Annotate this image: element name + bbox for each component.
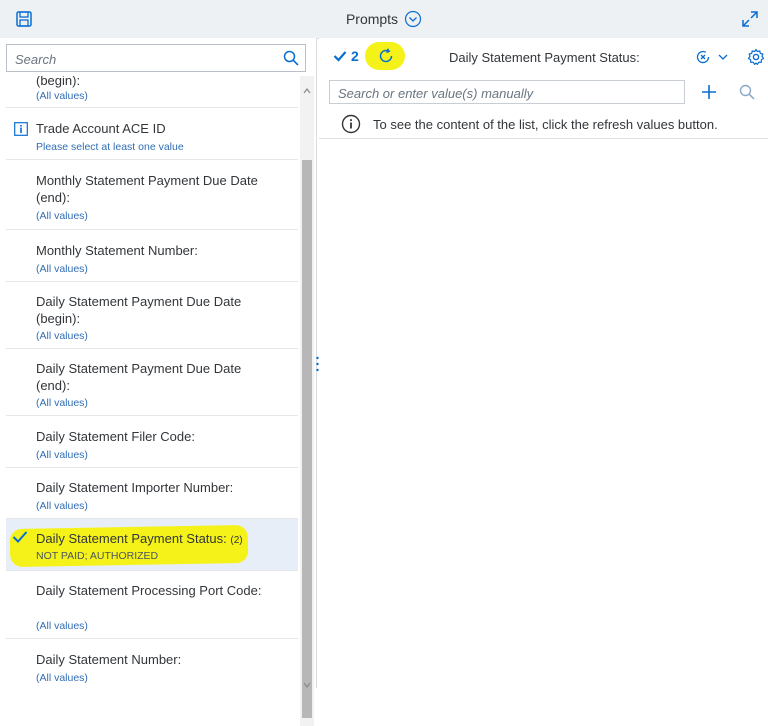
list-item[interactable]: Daily Statement Number: (All values)	[6, 639, 298, 688]
selection-count: (2)	[230, 535, 243, 546]
list-item[interactable]: Daily Statement Importer Number: (All va…	[6, 468, 298, 519]
expand-icon[interactable]	[740, 9, 760, 29]
prompt-detail-panel: 2 Daily Statement Payment Status: Search…	[319, 38, 768, 688]
list-item[interactable]: Monthly Statement Payment Due Date (end)…	[6, 160, 298, 230]
list-item[interactable]: (begin): (All values)	[6, 76, 298, 108]
prompt-title: Daily Statement Payment Status:	[449, 50, 640, 65]
info-icon	[341, 114, 361, 134]
checkmark-icon	[12, 531, 28, 543]
prompts-header: Prompts	[0, 0, 768, 39]
checkmark-icon	[333, 51, 347, 62]
list-item[interactable]: Daily Statement Processing Port Code: (A…	[6, 571, 298, 639]
search-icon[interactable]	[283, 50, 299, 66]
info-message: To see the content of the list, click th…	[341, 114, 718, 134]
prompt-search[interactable]	[6, 44, 306, 73]
list-item-selected[interactable]: Daily Statement Payment Status: (2) NOT …	[6, 519, 298, 571]
divider	[319, 138, 768, 139]
info-icon	[14, 122, 28, 136]
add-icon[interactable]	[699, 82, 719, 102]
value-input-box[interactable]	[329, 80, 685, 105]
refresh-icon[interactable]	[377, 47, 395, 65]
value-input[interactable]	[330, 81, 680, 105]
list-item[interactable]: Daily Statement Payment Due Date (begin)…	[6, 282, 298, 349]
list-item[interactable]: Monthly Statement Number: (All values)	[6, 230, 298, 282]
clear-selection-icon[interactable]	[695, 49, 711, 65]
chevron-down-icon[interactable]	[404, 10, 422, 28]
list-item[interactable]: Daily Statement Payment Due Date (end): …	[6, 349, 298, 416]
list-item[interactable]: Trade Account ACE ID Please select at le…	[6, 108, 298, 160]
scrollbar-thumb[interactable]	[302, 160, 312, 718]
gear-icon[interactable]	[747, 48, 765, 66]
dialog-title: Prompts	[345, 11, 399, 27]
scroll-up-icon[interactable]	[302, 82, 312, 94]
scroll-down-icon[interactable]	[302, 676, 312, 688]
prompt-list: (begin): (All values) Trade Account ACE …	[6, 76, 298, 688]
chevron-down-icon[interactable]	[717, 51, 729, 63]
list-item[interactable]: Daily Statement Filer Code: (All values)	[6, 416, 298, 468]
prompt-list-panel: (begin): (All values) Trade Account ACE …	[0, 38, 317, 726]
search-input[interactable]	[7, 45, 287, 73]
selected-count: 2	[333, 48, 359, 64]
detail-header: 2 Daily Statement Payment Status:	[319, 38, 768, 76]
search-icon[interactable]	[739, 84, 755, 100]
